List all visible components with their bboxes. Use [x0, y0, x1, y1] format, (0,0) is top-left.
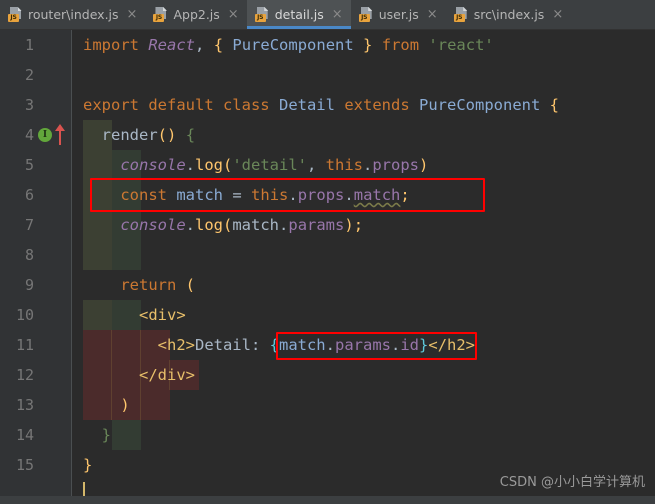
tab-app2-js[interactable]: JS App2.js × [145, 0, 246, 29]
bottom-status-strip [0, 496, 655, 504]
tab-label: src\index.js [473, 6, 545, 22]
tab-label: router\index.js [28, 6, 119, 22]
js-badge: JS [8, 14, 19, 22]
js-badge: JS [153, 14, 165, 22]
line-number: 5 [24, 156, 34, 174]
code-line-11: <h2>Detail: {match.params.id}</h2> [157, 336, 476, 354]
code-line-10: <div> [139, 306, 186, 324]
line-number: 13 [15, 396, 34, 414]
code-line-15: } [83, 456, 93, 474]
code-surface[interactable]: import React, { PureComponent } from 're… [72, 30, 655, 504]
close-icon[interactable]: × [426, 8, 439, 21]
code-line-13: ) [120, 396, 130, 414]
editor-tab-bar: JS router\index.js × JS App2.js × JS det… [0, 0, 655, 30]
code-editor[interactable]: 1 2 3 4 5 6 7 8 9 10 11 12 13 14 15 I im… [0, 30, 655, 504]
tab-src-index-js[interactable]: JS src\index.js × [446, 0, 572, 29]
line-number: 1 [24, 36, 34, 54]
js-file-icon: JS [8, 7, 23, 22]
line-number: 8 [24, 246, 34, 264]
js-file-icon: JS [453, 7, 469, 22]
line-number: 6 [24, 186, 34, 204]
js-file-icon: JS [153, 7, 168, 22]
tab-label: detail.js [274, 6, 324, 22]
close-icon[interactable]: × [551, 8, 564, 21]
close-icon[interactable]: × [227, 8, 240, 21]
tab-label: user.js [378, 6, 419, 22]
js-badge: JS [358, 14, 370, 22]
indent-highlight-return-close [112, 420, 141, 450]
watermark-text: CSDN @小小白学计算机 [499, 475, 645, 490]
implements-method-marker-icon[interactable]: I [38, 128, 52, 142]
code-line-14: } [101, 426, 112, 444]
code-line-7: console.log(match.params); [120, 216, 364, 234]
line-number: 4 [24, 126, 34, 144]
code-line-3: export default class Detail extends Pure… [83, 96, 560, 114]
code-line-5: console.log('detail', this.props) [120, 156, 429, 174]
line-number: 2 [24, 66, 34, 84]
line-number: 10 [15, 306, 34, 324]
code-line-4: render() { [101, 126, 196, 144]
override-up-arrow-marker-icon[interactable] [54, 123, 66, 145]
line-number: 3 [24, 96, 34, 114]
editor-gutter[interactable]: 1 2 3 4 5 6 7 8 9 10 11 12 13 14 15 I [0, 30, 72, 504]
js-badge: JS [254, 14, 266, 22]
line-number: 15 [15, 456, 34, 474]
line-number: 9 [24, 276, 34, 294]
code-line-12: </div> [139, 366, 195, 384]
js-badge: JS [453, 14, 465, 22]
line-number: 11 [15, 336, 34, 354]
close-icon[interactable]: × [126, 8, 139, 21]
tab-router-index-js[interactable]: JS router\index.js × [0, 0, 145, 29]
line-number: 12 [15, 366, 34, 384]
js-file-icon: JS [254, 7, 270, 22]
line-number: 7 [24, 216, 34, 234]
tab-user-js[interactable]: JS user.js × [351, 0, 446, 29]
js-file-icon: JS [358, 7, 374, 22]
code-line-6: const match = this.props.match; [120, 186, 410, 204]
code-line-1: import React, { PureComponent } from 're… [83, 36, 494, 54]
line-number: 14 [15, 426, 34, 444]
tab-label: App2.js [173, 6, 220, 22]
tab-detail-js[interactable]: JS detail.js × [246, 0, 351, 29]
close-icon[interactable]: × [331, 8, 344, 21]
code-line-9: return ( [120, 276, 196, 294]
